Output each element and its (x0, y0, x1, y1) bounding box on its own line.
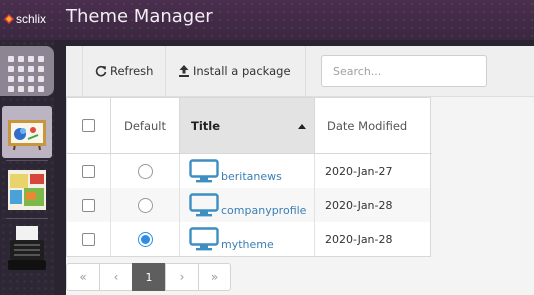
dock-item-theme-manager[interactable] (2, 106, 52, 158)
monitor-icon (189, 227, 219, 251)
table-row[interactable]: beritanews 2020-Jan-27 (67, 154, 430, 188)
web-pages-icon (8, 170, 46, 210)
default-radio[interactable] (137, 197, 153, 213)
install-package-label: Install a package (193, 64, 291, 78)
select-all-checkbox[interactable] (82, 119, 95, 132)
select-all-header (67, 98, 111, 154)
column-label-title: Title (191, 118, 221, 133)
row-checkbox[interactable] (82, 164, 95, 178)
default-radio[interactable] (137, 163, 153, 179)
date-modified: 2020-Jan-28 (325, 232, 393, 246)
monitor-icon (189, 193, 219, 217)
page-button-current[interactable]: 1 (132, 263, 165, 291)
row-checkbox[interactable] (82, 232, 95, 246)
last-page-button[interactable]: » (198, 263, 231, 291)
sort-ascending-icon (298, 124, 306, 129)
row-checkbox[interactable] (82, 198, 95, 212)
default-radio-selected[interactable] (137, 231, 153, 247)
dock-item-blog[interactable] (4, 222, 50, 274)
schlix-logo[interactable]: schlix (4, 11, 46, 27)
next-page-button[interactable]: › (165, 263, 198, 291)
theme-painting-icon (8, 119, 46, 151)
theme-title-link[interactable]: companyprofile (221, 204, 306, 217)
first-page-button[interactable]: « (66, 263, 99, 291)
column-header-title[interactable]: Title (180, 98, 315, 154)
column-label-default: Default (123, 118, 167, 133)
refresh-button[interactable]: Refresh (82, 46, 167, 96)
blog-typewriter-icon (8, 226, 46, 270)
monitor-icon (189, 159, 219, 183)
dock-item-web-pages[interactable] (4, 164, 50, 216)
table-row[interactable]: mytheme 2020-Jan-28 (67, 222, 430, 256)
app-header: schlix Theme Manager (0, 0, 534, 40)
table-row[interactable]: companyprofile 2020-Jan-28 (67, 188, 430, 222)
column-label-date-modified: Date Modified (327, 118, 408, 133)
column-header-default[interactable]: Default (111, 98, 180, 154)
search-input[interactable] (321, 55, 487, 87)
refresh-icon (95, 65, 107, 77)
theme-title-link[interactable]: beritanews (221, 170, 282, 183)
refresh-label: Refresh (110, 64, 154, 78)
apps-grid-button[interactable] (0, 46, 54, 96)
apps-grid-icon (8, 56, 44, 92)
date-modified: 2020-Jan-28 (325, 198, 393, 212)
themes-table: Default Title Date Modified beritanews 2… (66, 97, 432, 257)
theme-title-link[interactable]: mytheme (221, 238, 274, 251)
date-modified: 2020-Jan-27 (325, 164, 393, 178)
previous-page-button[interactable]: ‹ (99, 263, 132, 291)
app-dock (0, 40, 54, 295)
upload-icon (179, 65, 189, 77)
page-title: Theme Manager (66, 6, 213, 27)
column-header-date-modified[interactable]: Date Modified (315, 98, 432, 154)
schlix-logo-icon (4, 14, 14, 24)
pagination: « ‹ 1 › » (66, 263, 231, 291)
logo-text: schlix (16, 12, 47, 26)
install-package-button[interactable]: Install a package (164, 46, 306, 96)
